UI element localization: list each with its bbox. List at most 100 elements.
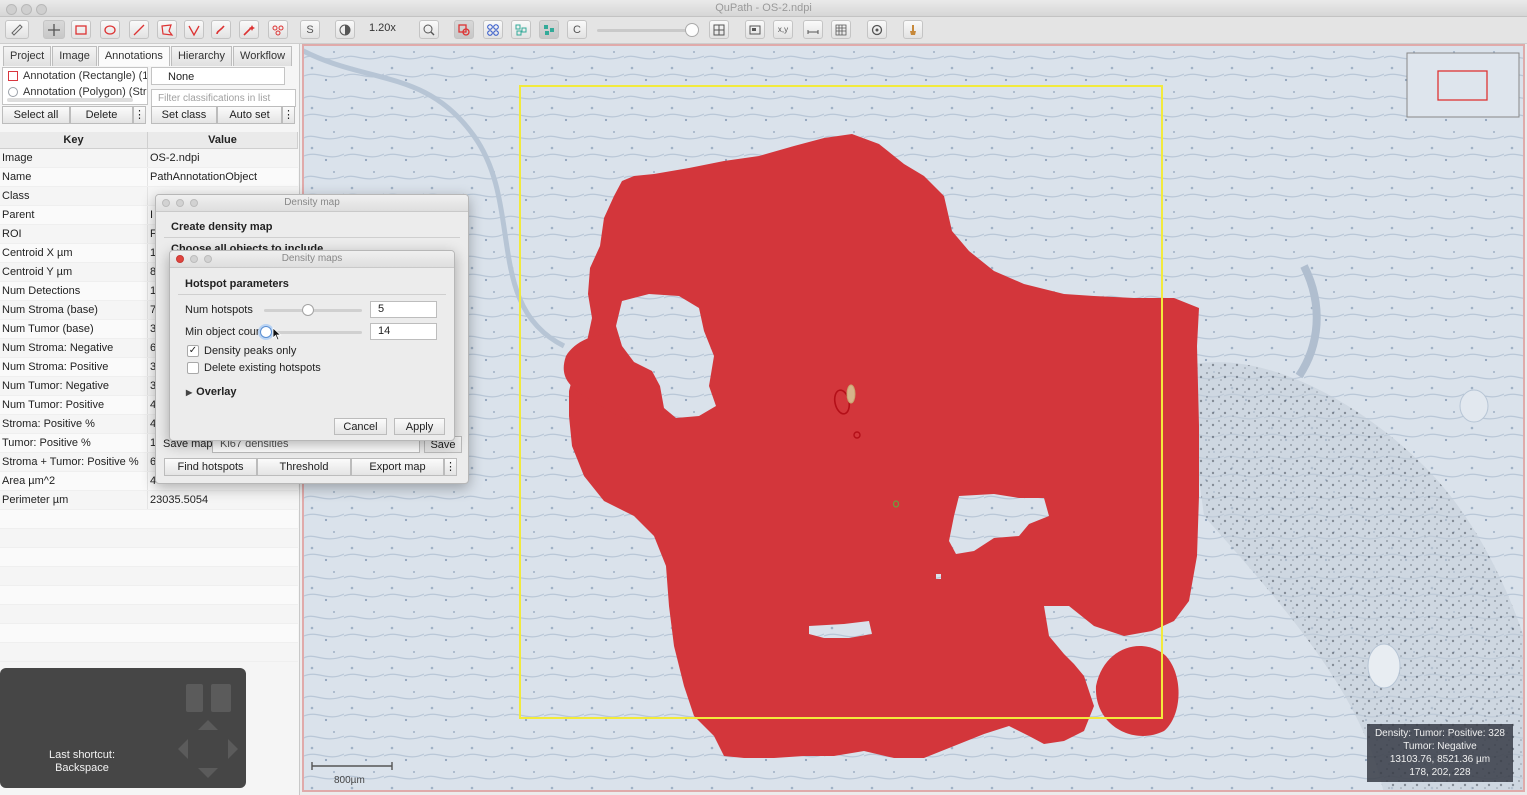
threshold-button[interactable]: Threshold — [257, 458, 351, 476]
dialog-title: Density maps — [281, 253, 343, 264]
zoom-to-fit-icon[interactable] — [419, 20, 439, 39]
annotation-more-button[interactable]: ⋮ — [133, 106, 146, 124]
classification-buttons: Set class Auto set ⋮ — [151, 106, 295, 124]
polyline-tool-icon[interactable] — [184, 20, 204, 39]
auto-set-button[interactable]: Auto set — [217, 106, 282, 124]
table-cell-key: Num Stroma: Negative — [0, 339, 148, 357]
ruler-icon[interactable] — [5, 20, 29, 39]
close-dialog-button[interactable] — [162, 199, 170, 207]
show-location-button[interactable]: x,y — [773, 20, 793, 39]
table-row-empty — [0, 624, 298, 643]
table-row[interactable]: Perimeter µm 23035.5054 — [0, 491, 298, 510]
move-tool-icon[interactable] — [43, 20, 65, 39]
table-cell-key: Stroma + Tumor: Positive % — [0, 453, 148, 471]
overlay-section-toggle[interactable]: ▶ Overlay — [186, 386, 237, 398]
annotation-label: Annotation (Polygon) (Stro — [23, 86, 148, 98]
table-cell-key: Centroid X µm — [0, 244, 148, 262]
find-hotspots-button[interactable]: Find hotspots — [164, 458, 257, 476]
export-map-button[interactable]: Export map — [351, 458, 444, 476]
table-row[interactable]: Name PathAnnotationObject — [0, 168, 298, 187]
show-annotations-icon[interactable] — [454, 20, 474, 39]
delete-existing-hotspots-label: Delete existing hotspots — [204, 362, 321, 374]
slide-canvas[interactable] — [304, 46, 1525, 792]
table-cell-key: Num Tumor (base) — [0, 320, 148, 338]
image-viewer[interactable]: 800µm Density: Tumor: Positive: 328 Tumo… — [302, 44, 1525, 792]
table-row-empty — [0, 548, 298, 567]
show-classification-button[interactable]: C — [567, 20, 587, 39]
delete-existing-hotspots-checkbox[interactable] — [187, 362, 199, 374]
apply-button[interactable]: Apply — [394, 418, 445, 435]
show-scalebar-icon[interactable] — [803, 20, 823, 39]
info-line: 13103.76, 8521.36 µm — [1389, 754, 1491, 765]
tab-hierarchy[interactable]: Hierarchy — [170, 46, 233, 66]
table-cell-key: Class — [0, 187, 148, 205]
set-class-button[interactable]: Set class — [151, 106, 217, 124]
dialog-heading: Create density map — [171, 221, 273, 233]
show-detections-icon[interactable] — [511, 20, 531, 39]
table-row[interactable]: Image OS-2.ndpi — [0, 149, 298, 168]
table-cell-key: Area µm^2 — [0, 472, 148, 490]
min-object-count-input[interactable]: 14 — [370, 323, 437, 340]
density-maps-dialog: Density maps Hotspot parameters Num hots… — [169, 250, 455, 441]
num-hotspots-input[interactable]: 5 — [370, 301, 437, 318]
min-object-count-slider-knob[interactable] — [259, 326, 272, 338]
wand-tool-icon[interactable] — [239, 20, 259, 39]
fill-detections-icon[interactable] — [539, 20, 559, 39]
num-hotspots-slider-knob[interactable] — [302, 304, 315, 316]
arrow-keys-icon — [178, 720, 238, 778]
show-overview-icon[interactable] — [745, 20, 765, 39]
line-tool-icon[interactable] — [129, 20, 149, 39]
classification-list-selected[interactable]: None — [151, 67, 285, 85]
close-dialog-button[interactable] — [176, 255, 184, 263]
show-tma-grid-icon[interactable] — [483, 20, 503, 39]
maximize-dialog-button[interactable] — [190, 199, 198, 207]
column-header-key[interactable]: Key — [0, 132, 148, 148]
tab-workflow[interactable]: Workflow — [233, 46, 293, 66]
density-map-more-button[interactable]: ⋮ — [444, 458, 457, 476]
section-heading: Hotspot parameters — [185, 278, 289, 290]
table-row-empty — [0, 643, 298, 662]
opacity-slider-knob[interactable] — [685, 23, 699, 37]
show-grid-icon[interactable] — [709, 20, 729, 39]
table-cell-value: OS-2.ndpi — [150, 152, 200, 164]
tab-project[interactable]: Project — [3, 46, 52, 66]
zoom-level: 1.20x — [369, 22, 396, 34]
annotation-label: Annotation (Rectangle) (1( — [23, 70, 148, 82]
preferences-gear-icon[interactable] — [867, 20, 887, 39]
annotation-buttons: Select all Delete ⋮ — [2, 106, 146, 124]
tab-image[interactable]: Image — [52, 46, 97, 66]
table-cell-key: Name — [0, 168, 148, 186]
script-editor-icon[interactable] — [903, 20, 923, 39]
selection-mode-button[interactable]: S — [300, 20, 320, 39]
ellipse-tool-icon[interactable] — [100, 20, 120, 39]
annotation-color-swatch — [8, 71, 18, 81]
density-peaks-checkbox[interactable]: ✓ — [187, 345, 199, 357]
opacity-slider[interactable] — [597, 29, 693, 32]
overview-thumbnail[interactable] — [1406, 52, 1520, 118]
filter-classifications-input[interactable]: Filter classifications in list — [151, 89, 296, 107]
list-item[interactable]: Annotation (Rectangle) (1( — [3, 68, 147, 84]
info-line: Tumor: Negative — [1403, 741, 1477, 752]
tab-annotations[interactable]: Annotations — [97, 46, 170, 66]
select-all-button[interactable]: Select all — [2, 106, 70, 124]
table-row-empty — [0, 529, 298, 548]
maximize-dialog-button[interactable] — [204, 255, 212, 263]
brush-tool-icon[interactable] — [211, 20, 231, 39]
delete-button[interactable]: Delete — [70, 106, 133, 124]
cancel-button[interactable]: Cancel — [334, 418, 387, 435]
polygon-tool-icon[interactable] — [157, 20, 177, 39]
brightness-contrast-icon[interactable] — [335, 20, 355, 39]
last-shortcut-overlay: Last shortcut: Backspace — [0, 668, 246, 788]
mouse-button-right-icon — [211, 684, 231, 712]
list-horizontal-scrollbar[interactable] — [7, 98, 133, 102]
mouse-button-left-icon — [186, 684, 203, 712]
minimize-dialog-button[interactable] — [176, 199, 184, 207]
rectangle-tool-icon[interactable] — [71, 20, 91, 39]
points-tool-icon[interactable] — [268, 20, 288, 39]
minimize-dialog-button[interactable] — [190, 255, 198, 263]
column-header-value[interactable]: Value — [148, 132, 298, 148]
annotation-list[interactable]: Annotation (Rectangle) (1( Annotation (P… — [2, 67, 148, 105]
classification-more-button[interactable]: ⋮ — [282, 106, 295, 124]
table-row-empty — [0, 605, 298, 624]
show-pixel-grid-icon[interactable] — [831, 20, 851, 39]
